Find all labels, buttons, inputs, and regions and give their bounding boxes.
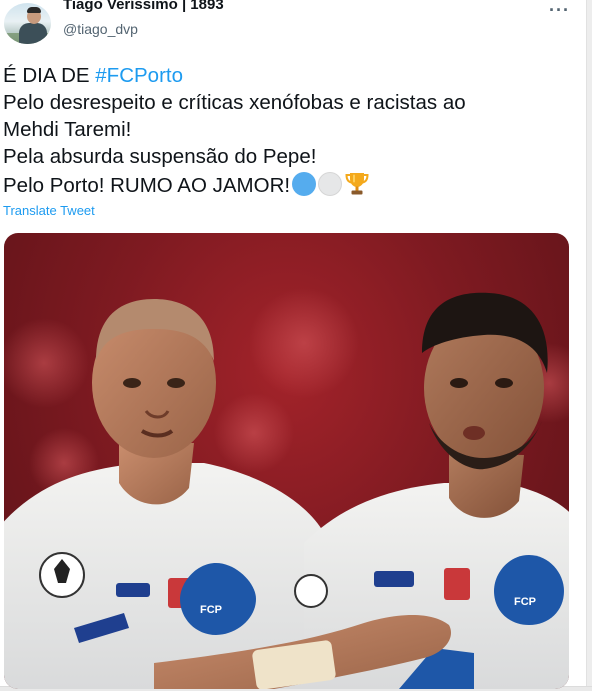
trophy-icon [344, 170, 370, 203]
author-handle[interactable]: @tiago_dvp [63, 21, 138, 37]
translate-tweet-link[interactable]: Translate Tweet [3, 203, 95, 218]
more-options-icon[interactable]: ··· [549, 0, 570, 21]
blue-circle-icon [292, 172, 317, 196]
tweet-text: É DIA DE #FCPorto Pelo desrespeito e crí… [3, 62, 573, 203]
tweet-line-1: É DIA DE #FCPorto [3, 62, 573, 89]
tweet-line-5: Pelo Porto! RUMO AO JAMOR! [3, 170, 573, 203]
svg-text:FCP: FCP [200, 604, 222, 616]
white-circle-icon [318, 172, 343, 196]
tweet-photo[interactable]: FCP FCP [4, 233, 569, 689]
tweet-line-4: Pela absurda suspensão do Pepe! [3, 145, 317, 168]
players-photo-illustration: FCP FCP [4, 288, 569, 689]
window-right-edge [586, 0, 592, 691]
tweet-line-1-text: É DIA DE [3, 64, 96, 87]
svg-text:FCP: FCP [514, 596, 536, 608]
author-avatar[interactable] [4, 3, 51, 44]
tweet-line-3: Mehdi Taremi! [3, 118, 132, 141]
tweet-line-2: Pelo desrespeito e críticas xenófobas e … [3, 91, 466, 114]
author-name[interactable]: Tiago Veríssimo | 1893 [63, 0, 224, 13]
hashtag-link[interactable]: #FCPorto [95, 64, 183, 87]
tweet-line-5-text: Pelo Porto! RUMO AO JAMOR! [3, 174, 291, 197]
